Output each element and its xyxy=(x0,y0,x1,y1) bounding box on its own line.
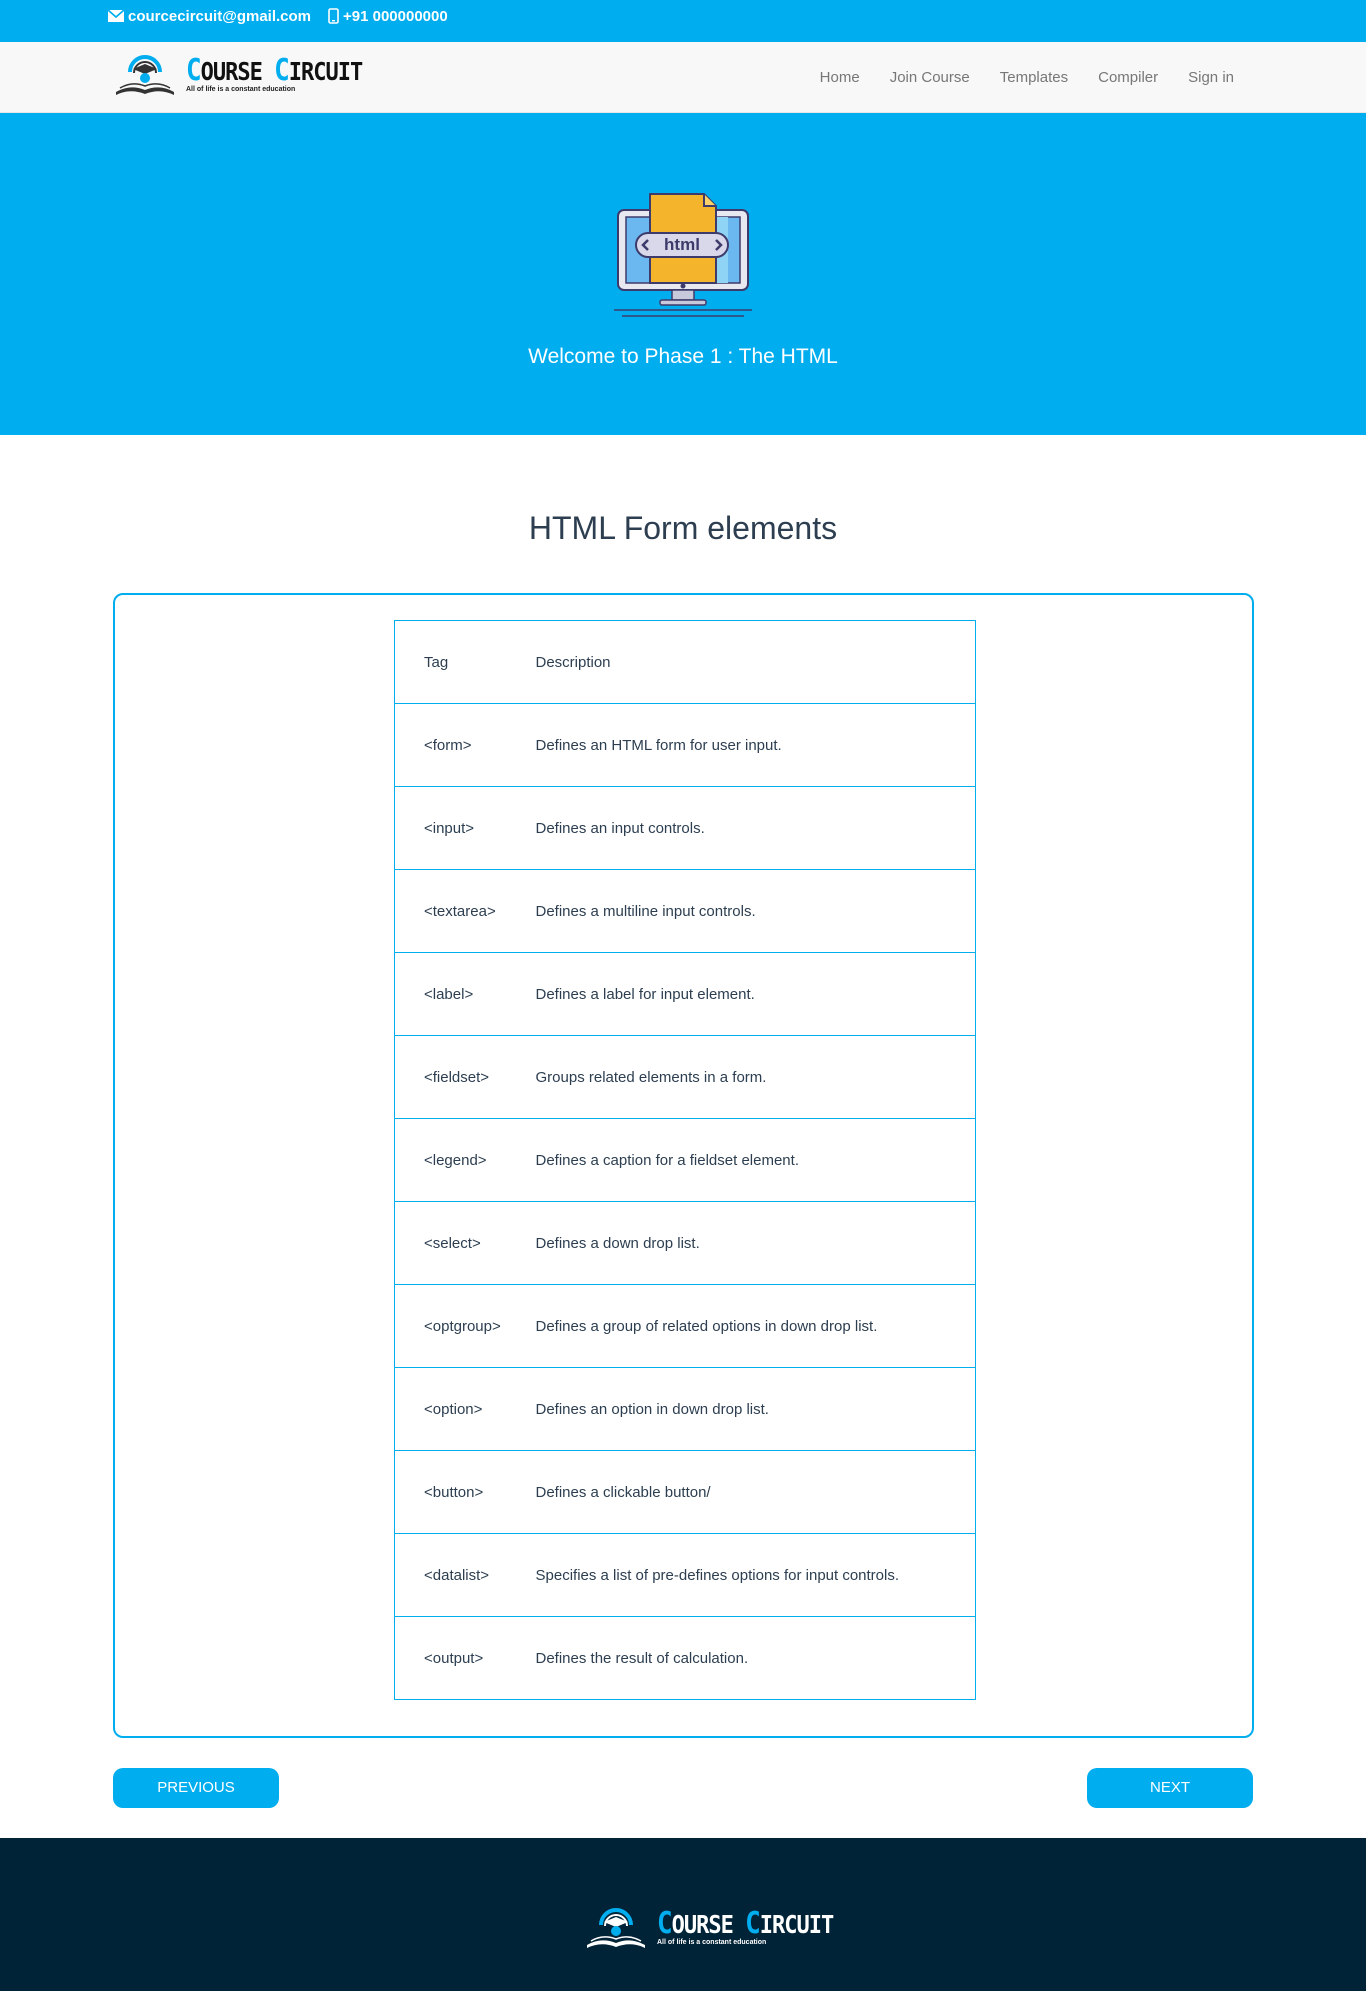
cell-description: Groups related elements in a form. xyxy=(535,1035,976,1119)
cell-description: Defines a multiline input controls. xyxy=(535,869,976,953)
phone-text: +91 000000000 xyxy=(343,7,448,25)
nav-join-course[interactable]: Join Course xyxy=(890,69,970,86)
table-row: <fieldset> Groups related elements in a f… xyxy=(394,1035,976,1119)
cell-description: Specifies a list of pre-defines options … xyxy=(535,1533,976,1617)
hero-banner: html Welcome to Phase 1 : The HTML xyxy=(0,113,1366,435)
cell-description: Defines a caption for a fieldset element… xyxy=(535,1118,976,1202)
cell-tag: <textarea> xyxy=(394,869,536,953)
header-description: Description xyxy=(535,620,976,704)
header-tag: Tag xyxy=(394,620,536,704)
brand-wordmark: COURSE CIRCUIT All of life is a constant… xyxy=(186,53,363,93)
cell-tag: <button> xyxy=(394,1450,536,1534)
mobile-phone-icon xyxy=(328,8,339,24)
table-row: <form> Defines an HTML form for user inpu… xyxy=(394,703,976,787)
cell-tag: <form> xyxy=(394,703,536,787)
graduation-book-icon xyxy=(587,1908,645,1948)
table-row: <optgroup> Defines a group of related opt… xyxy=(394,1284,976,1368)
cell-description: Defines an HTML form for user input. xyxy=(535,703,976,787)
cell-description: Defines a clickable button/ xyxy=(535,1450,976,1534)
hero-title: Welcome to Phase 1 : The HTML xyxy=(528,345,838,368)
email-text: courcecircuit@gmail.com xyxy=(128,7,312,25)
table-header-row: Tag Description xyxy=(394,620,976,704)
cell-tag: <legend> xyxy=(394,1118,536,1202)
previous-button[interactable]: PREVIOUS xyxy=(113,1768,279,1808)
nav-sign-in[interactable]: Sign in xyxy=(1188,69,1234,86)
cell-description: Defines a down drop list. xyxy=(535,1201,976,1285)
navbar: COURSE CIRCUIT All of life is a constant… xyxy=(0,42,1366,113)
cell-tag: <option> xyxy=(394,1367,536,1451)
table-row: <legend> Defines a caption for a fieldset… xyxy=(394,1118,976,1202)
cell-tag: <datalist> xyxy=(394,1533,536,1617)
table-row: <option> Defines an option in down drop l… xyxy=(394,1367,976,1451)
email-contact[interactable]: courcecircuit@gmail.com xyxy=(108,6,311,26)
svg-text:html: html xyxy=(664,235,700,254)
page-title: HTML Form elements xyxy=(528,510,838,546)
table-row: <select> Defines a down drop list. xyxy=(394,1201,976,1285)
table-row: <output> Defines the result of calculatio… xyxy=(394,1616,976,1700)
content-card: Tag Description <form> Defines an HTML fo… xyxy=(113,593,1254,1738)
nav-home[interactable]: Home xyxy=(820,69,860,86)
table-row: <datalist> Specifies a list of pre-define… xyxy=(394,1533,976,1617)
next-button[interactable]: NEXT xyxy=(1087,1768,1253,1808)
form-elements-table: Tag Description <form> Defines an HTML fo… xyxy=(394,620,976,1700)
footer-logo[interactable]: COURSE CIRCUIT All of life is a constant… xyxy=(583,1906,834,1951)
cell-description: Defines an option in down drop list. xyxy=(535,1367,976,1451)
nav-menu: Home Join Course Templates Compiler Sign… xyxy=(790,42,1234,113)
envelope-icon xyxy=(108,10,124,22)
footer: COURSE CIRCUIT All of life is a constant… xyxy=(0,1838,1366,1991)
cell-tag: <label> xyxy=(394,952,536,1036)
cell-tag: <output> xyxy=(394,1616,536,1700)
graduation-book-icon xyxy=(116,55,174,95)
cell-description: Defines an input controls. xyxy=(535,786,976,870)
cell-tag: <fieldset> xyxy=(394,1035,536,1119)
table-row: <textarea> Defines a multiline input cont… xyxy=(394,869,976,953)
html-monitor-illustration: html xyxy=(614,193,752,317)
cell-description: Defines the result of calculation. xyxy=(535,1616,976,1700)
nav-templates[interactable]: Templates xyxy=(1000,69,1068,86)
table-row: <input> Defines an input controls. xyxy=(394,786,976,870)
site-logo[interactable]: COURSE CIRCUIT All of life is a constant… xyxy=(112,53,363,98)
cell-description: Defines a group of related options in do… xyxy=(535,1284,976,1368)
brand-wordmark: COURSE CIRCUIT All of life is a constant… xyxy=(657,1906,834,1946)
cell-description: Defines a label for input element. xyxy=(535,952,976,1036)
table-row: <button> Defines a clickable button/ xyxy=(394,1450,976,1534)
table-row: <label> Defines a label for input element… xyxy=(394,952,976,1036)
contact-bar: courcecircuit@gmail.com +91 000000000 xyxy=(0,0,1366,42)
cell-tag: <input> xyxy=(394,786,536,870)
phone-contact[interactable]: +91 000000000 xyxy=(328,6,448,26)
cell-tag: <select> xyxy=(394,1201,536,1285)
cell-tag: <optgroup> xyxy=(394,1284,536,1368)
nav-compiler[interactable]: Compiler xyxy=(1098,69,1158,86)
